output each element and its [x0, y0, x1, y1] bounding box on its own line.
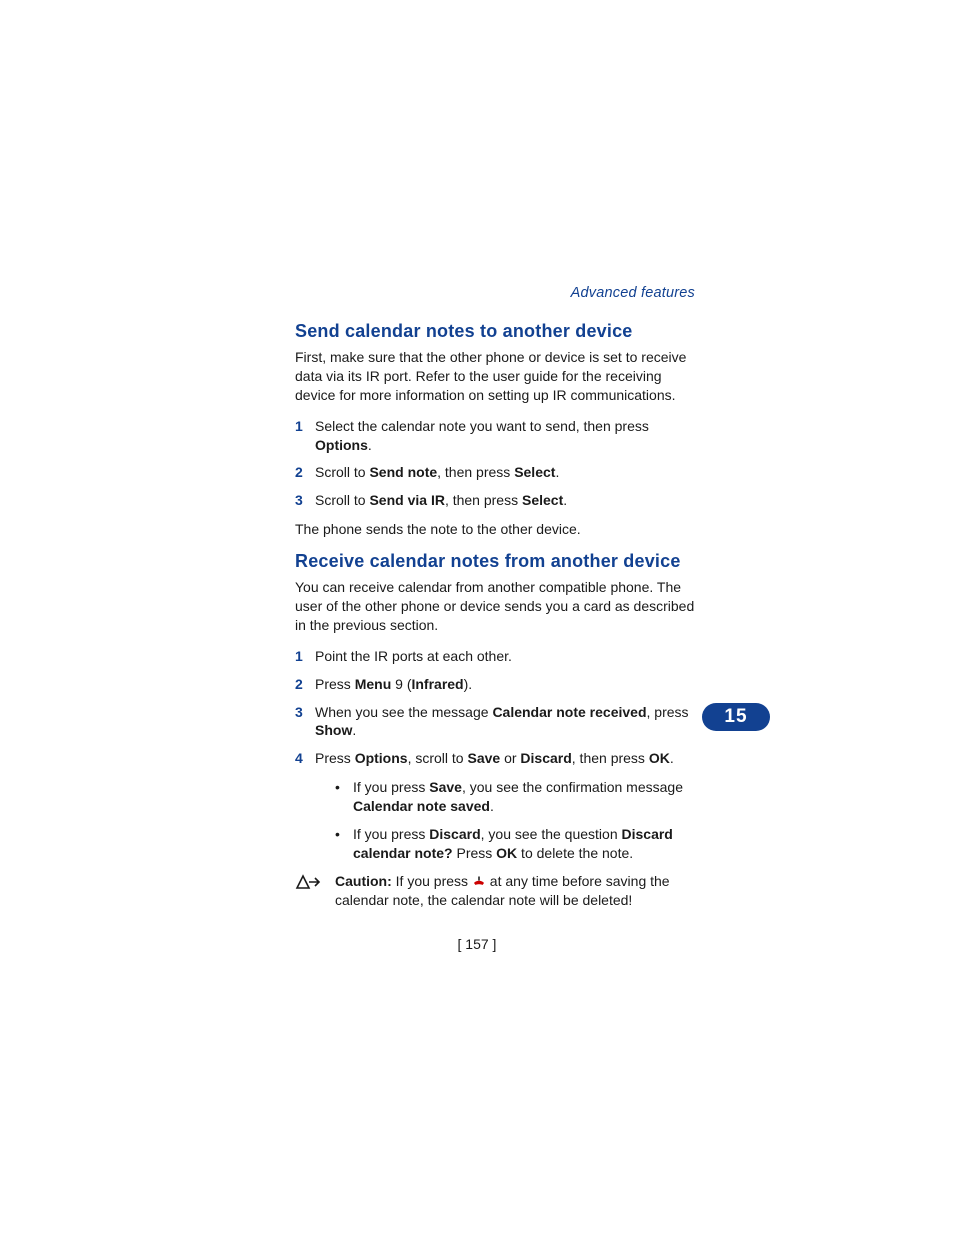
caution-arrow-icon: [295, 872, 335, 910]
bullet-icon: •: [335, 825, 353, 863]
step-number: 1: [295, 417, 315, 455]
step-number: 2: [295, 675, 315, 694]
step-text: Select the calendar note you want to sen…: [315, 417, 695, 455]
list-item: • If you press Discard, you see the ques…: [335, 825, 695, 863]
section2-intro: You can receive calendar from another co…: [295, 578, 695, 635]
list-item: 2 Scroll to Send note, then press Select…: [295, 463, 695, 482]
step-text: Scroll to Send via IR, then press Select…: [315, 491, 695, 510]
step-number: 2: [295, 463, 315, 482]
bullet-text: If you press Discard, you see the questi…: [353, 825, 695, 863]
end-call-key-icon: [472, 874, 486, 888]
caution-text: Caution: If you press at any time before…: [335, 872, 695, 910]
step-number: 3: [295, 491, 315, 510]
section1-intro: First, make sure that the other phone or…: [295, 348, 695, 405]
step-text: Point the IR ports at each other.: [315, 647, 695, 666]
section2-bullets: • If you press Save, you see the confirm…: [335, 778, 695, 863]
list-item: 1 Select the calendar note you want to s…: [295, 417, 695, 455]
page-content: Advanced features Send calendar notes to…: [295, 285, 695, 910]
section1-outro: The phone sends the note to the other de…: [295, 520, 695, 539]
running-head: Advanced features: [295, 285, 695, 301]
list-item: 3 Scroll to Send via IR, then press Sele…: [295, 491, 695, 510]
step-number: 1: [295, 647, 315, 666]
list-item: 3 When you see the message Calendar note…: [295, 703, 695, 741]
list-item: 1 Point the IR ports at each other.: [295, 647, 695, 666]
bullet-text: If you press Save, you see the confirmat…: [353, 778, 695, 816]
step-number: 4: [295, 749, 315, 768]
step-text: Press Options, scroll to Save or Discard…: [315, 749, 695, 768]
step-number: 3: [295, 703, 315, 741]
page-number: [ 157 ]: [0, 936, 954, 952]
step-text: Scroll to Send note, then press Select.: [315, 463, 695, 482]
section-heading-receive: Receive calendar notes from another devi…: [295, 551, 695, 572]
step-text: When you see the message Calendar note r…: [315, 703, 695, 741]
list-item: 4 Press Options, scroll to Save or Disca…: [295, 749, 695, 768]
list-item: • If you press Save, you see the confirm…: [335, 778, 695, 816]
section-heading-send: Send calendar notes to another device: [295, 321, 695, 342]
bullet-icon: •: [335, 778, 353, 816]
list-item: 2 Press Menu 9 (Infrared).: [295, 675, 695, 694]
chapter-tab: 15: [702, 703, 770, 731]
section1-steps: 1 Select the calendar note you want to s…: [295, 417, 695, 511]
step-text: Press Menu 9 (Infrared).: [315, 675, 695, 694]
caution-block: Caution: If you press at any time before…: [295, 872, 695, 910]
section2-steps: 1 Point the IR ports at each other. 2 Pr…: [295, 647, 695, 768]
